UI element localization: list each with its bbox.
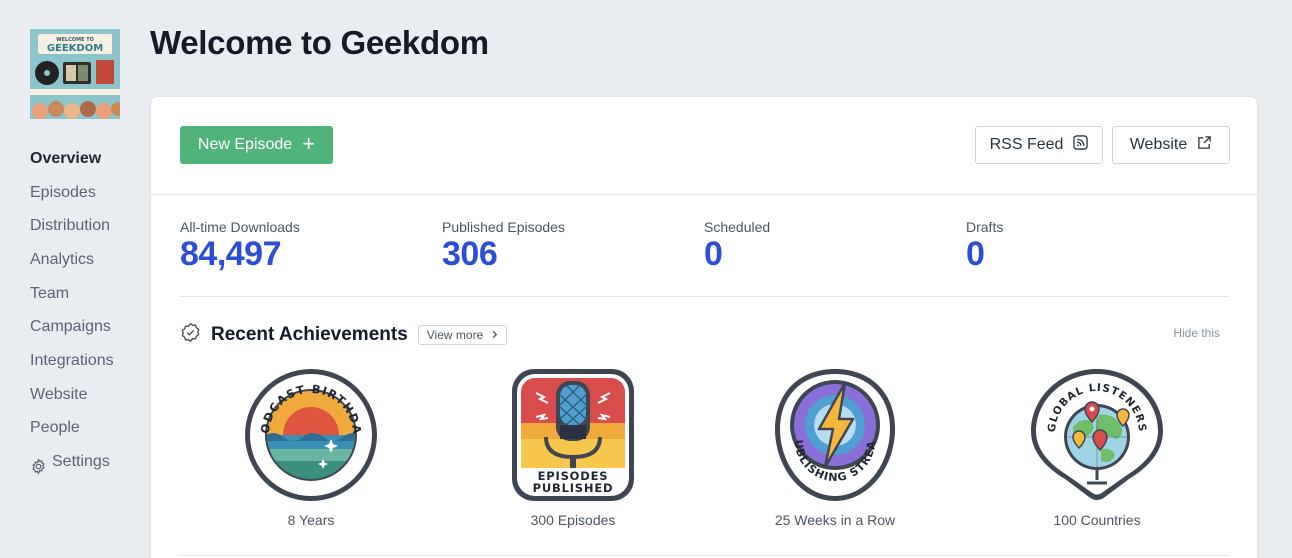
plus-icon: + [302,131,316,156]
new-episode-label: New Episode [197,136,293,153]
view-more-label: View more [426,328,484,342]
stat-published-episodes: Published Episodes 306 [442,219,565,274]
sidebar-item-label: People [30,419,80,437]
stat-label: Published Episodes [442,219,565,235]
sidebar-item-team[interactable]: Team [30,277,140,311]
sidebar-item-analytics[interactable]: Analytics [30,243,140,277]
sidebar-item-settings[interactable]: Settings [30,445,140,479]
sidebar-item-label: Distribution [30,217,111,235]
badge-publishing-streak[interactable]: PUBLISHING STREAK 25 Weeks in a Row [760,367,910,528]
divider [151,194,1259,195]
sidebar-item-integrations[interactable]: Integrations [30,344,140,378]
badge-text-line-2: PUBLISHED [533,481,614,495]
sidebar-item-label: Overview [30,149,102,167]
rss-feed-label: RSS Feed [989,136,1064,153]
overview-card: New Episode + RSS Feed Website All-time … [150,96,1259,558]
achievements-title: Recent Achievements [211,324,408,345]
stat-value: 306 [442,235,498,273]
stat-scheduled: Scheduled 0 [704,219,770,274]
stat-value: 0 [704,235,723,273]
publishing-streak-icon: PUBLISHING STREAK [773,367,895,501]
badge-label: 300 Episodes [530,512,616,528]
badge-label: 25 Weeks in a Row [774,512,896,528]
sidebar-item-label: Campaigns [30,318,111,336]
rss-feed-button[interactable]: RSS Feed [975,126,1103,164]
stat-drafts: Drafts 0 [966,219,1003,274]
stat-value: 0 [966,235,985,273]
badge-label: 8 Years [287,512,335,528]
sidebar-item-label: Team [30,284,70,302]
view-more-button[interactable]: View more [417,325,508,345]
sidebar-item-label: Analytics [30,250,95,268]
sidebar-item-overview[interactable]: Overview [30,142,140,176]
sidebar-item-label: Integrations [30,351,114,369]
stat-label: Scheduled [704,219,771,235]
sidebar-item-label: Settings [52,453,110,471]
episodes-published-icon: EPISODES PUBLISHED [512,369,634,501]
badge-podcast-birthday[interactable]: PODCAST BIRTHDAY 8 Years [236,367,386,528]
external-link-icon [1197,135,1212,155]
stat-all-time-downloads: All-time Downloads 84,497 [180,219,300,274]
podcast-logo[interactable]: WELCOME TO GEEKDOM [30,29,120,119]
sidebar-item-label: Episodes [30,183,96,201]
badge-check-icon [180,322,201,348]
sidebar-item-label: Website [30,385,88,403]
stat-label: Drafts [966,219,1004,235]
website-label: Website [1129,136,1188,153]
badge-global-listeners[interactable]: GLOBAL LISTENERS 100 Countries [1022,367,1172,528]
divider [180,555,1229,556]
global-listeners-icon: GLOBAL LISTENERS [1031,369,1163,500]
stat-label: All-time Downloads [180,219,300,235]
hide-achievements-link[interactable]: Hide this [1173,326,1220,340]
badge-label: 100 Countries [1053,512,1141,528]
sidebar-nav: Overview Episodes Distribution Analytics… [30,142,140,479]
achievements-header: Recent Achievements View more [180,322,508,348]
rss-icon [1073,135,1089,155]
sidebar-item-episodes[interactable]: Episodes [30,176,140,210]
badge-episodes-published[interactable]: EPISODES PUBLISHED 300 Episodes [498,367,648,528]
page-title: Welcome to Geekdom [150,24,489,61]
stat-value: 84,497 [180,235,281,273]
sidebar-item-campaigns[interactable]: Campaigns [30,310,140,344]
gear-icon [30,454,47,475]
podcast-birthday-icon: PODCAST BIRTHDAY [243,367,377,501]
sidebar-item-distribution[interactable]: Distribution [30,209,140,243]
sidebar-item-people[interactable]: People [30,412,140,446]
chevron-right-icon [491,328,498,342]
divider [180,296,1229,297]
website-button[interactable]: Website [1112,126,1230,164]
new-episode-button[interactable]: New Episode + [180,126,333,164]
logo-text-main: GEEKDOM [47,43,103,54]
sidebar-item-website[interactable]: Website [30,378,140,412]
